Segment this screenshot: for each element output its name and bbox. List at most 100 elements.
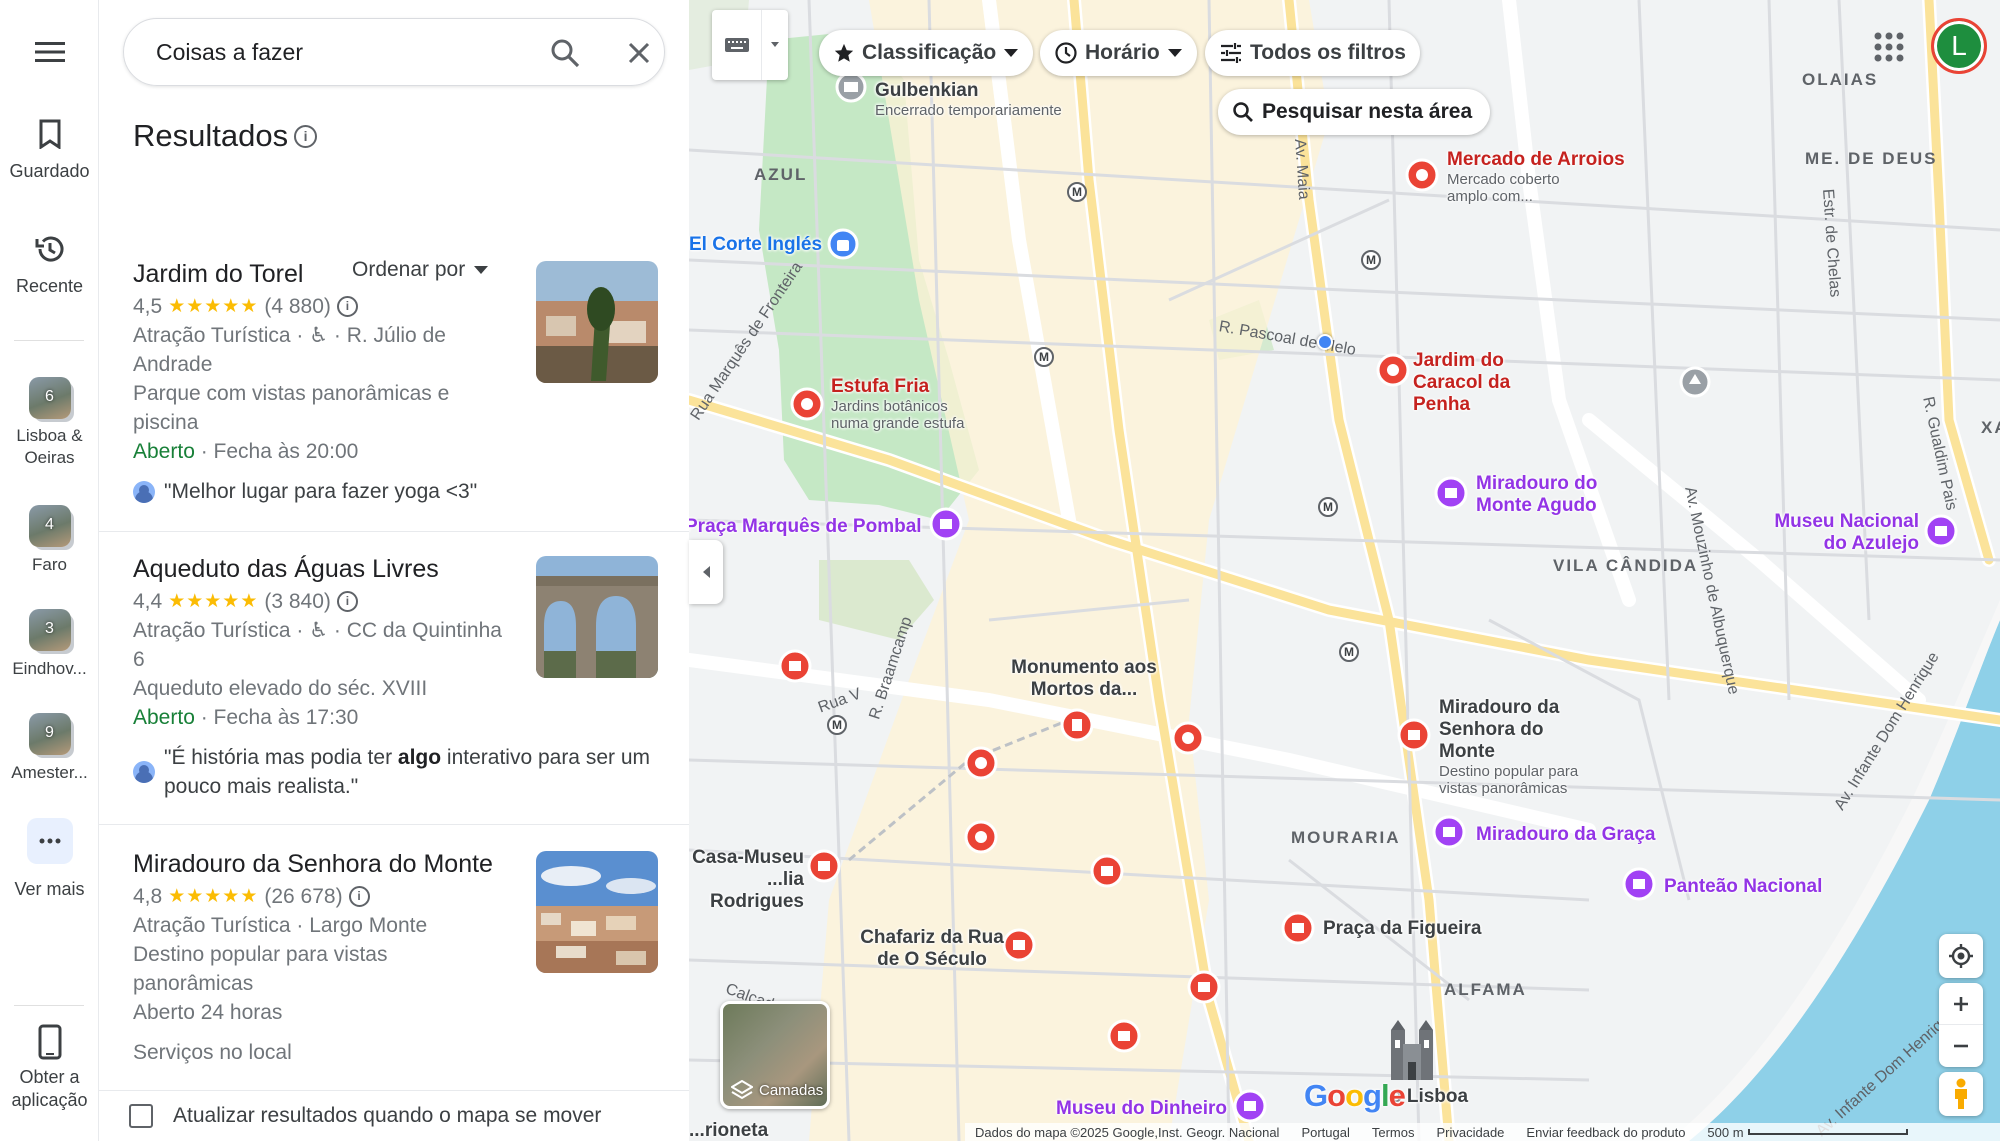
metro-station-icon[interactable]: M: [1361, 250, 1381, 270]
poi-el-corte-ingles[interactable]: El Corte Inglés: [689, 234, 822, 256]
see-more-button[interactable]: Ver mais: [0, 818, 99, 901]
zoom-in-button[interactable]: [1939, 984, 1983, 1025]
red-pin-icon[interactable]: [1187, 970, 1221, 1004]
map-scale[interactable]: 500 m: [1707, 1124, 1908, 1140]
red-pin-icon[interactable]: [1171, 721, 1205, 755]
search-box[interactable]: [123, 18, 665, 86]
monument-pin-icon[interactable]: [1678, 365, 1712, 399]
keyboard-icon[interactable]: [712, 10, 762, 80]
place-photo[interactable]: [536, 851, 658, 973]
poi-casa-museu[interactable]: Casa-Museu ...lia Rodrigues: [689, 847, 804, 913]
poi-estufa-fria[interactable]: Estufa Fria Jardins botânicos numa grande…: [831, 376, 971, 432]
purple-pin-icon[interactable]: [1434, 476, 1468, 510]
poi-marioneta[interactable]: ...rioneta: [689, 1120, 768, 1141]
zoom-out-button[interactable]: [1939, 1025, 1983, 1066]
get-app-button[interactable]: Obter a aplicação: [0, 1022, 99, 1112]
info-icon[interactable]: i: [294, 124, 318, 148]
poi-chafariz[interactable]: Chafariz da Rua de O Século: [857, 927, 1007, 971]
red-pin-icon[interactable]: [964, 746, 998, 780]
purple-pin-icon[interactable]: [929, 507, 963, 541]
cathedral-icon[interactable]: [1389, 1018, 1435, 1080]
search-input[interactable]: [156, 38, 516, 66]
purple-pin-icon[interactable]: [1622, 867, 1656, 901]
scale-label: 500 m: [1707, 1124, 1744, 1140]
rail-list-faro[interactable]: 4 Faro: [0, 505, 99, 576]
result-card-jardim-do-torel[interactable]: Jardim do Torel 4,5 ★★★★★ (4 880) i Atra…: [99, 240, 689, 532]
red-pin-icon[interactable]: [1060, 708, 1094, 742]
info-icon[interactable]: i: [336, 296, 358, 317]
recent-button[interactable]: Recente: [0, 229, 99, 298]
place-photo[interactable]: [536, 556, 658, 678]
rail-list-lisboa[interactable]: 6 Lisboa & Oeiras: [0, 377, 99, 469]
shopping-pin-icon[interactable]: [826, 227, 860, 261]
caret-down-icon[interactable]: [762, 40, 788, 50]
place-photo[interactable]: [536, 261, 658, 383]
all-filters-chip[interactable]: Todos os filtros: [1205, 30, 1420, 76]
red-pin-icon[interactable]: [778, 649, 812, 683]
poi-gulbenkian[interactable]: Gulbenkian Encerrado temporariamente: [875, 80, 1062, 119]
place-name[interactable]: Jardim do Torel: [133, 260, 303, 289]
metro-station-icon[interactable]: M: [1318, 497, 1338, 517]
layers-button[interactable]: Camadas: [720, 1001, 830, 1109]
search-icon: [1233, 102, 1253, 122]
poi-miradouro-monte-agudo[interactable]: Miradouro do Monte Agudo: [1476, 473, 1626, 517]
terms-link[interactable]: Termos: [1372, 1125, 1415, 1140]
rating-row: 4,8 ★★★★★ (26 678) i: [133, 882, 513, 911]
red-pin-icon[interactable]: [1397, 718, 1431, 752]
update-results-toggle[interactable]: Atualizar resultados quando o mapa se mo…: [99, 1090, 689, 1141]
result-card-miradouro-senhora-monte[interactable]: Miradouro da Senhora do Monte 4,8 ★★★★★ …: [99, 826, 689, 1088]
info-icon[interactable]: i: [348, 886, 370, 907]
result-card-aqueduto[interactable]: Aqueduto das Águas Livres 4,4 ★★★★★ (3 8…: [99, 533, 689, 825]
map-canvas[interactable]: OLAIAS ME. DE DEUS AZUL VILA CÂNDIDA MOU…: [689, 0, 2000, 1141]
my-location-button[interactable]: [1939, 934, 1983, 978]
collapse-panel-button[interactable]: [689, 540, 723, 604]
privacy-link[interactable]: Privacidade: [1436, 1125, 1504, 1140]
red-pin-icon[interactable]: [1107, 1019, 1141, 1053]
red-pin-icon[interactable]: [1405, 158, 1439, 192]
menu-button[interactable]: [0, 32, 99, 72]
metro-station-icon[interactable]: M: [827, 715, 847, 735]
purple-pin-icon[interactable]: [1233, 1089, 1267, 1123]
red-pin-icon[interactable]: [1002, 928, 1036, 962]
update-results-checkbox[interactable]: [129, 1104, 153, 1128]
filter-rating-chip[interactable]: Classificação: [819, 30, 1034, 76]
red-pin-icon[interactable]: [1376, 353, 1410, 387]
poi-jardim-caracol[interactable]: Jardim do Caracol da Penha: [1413, 350, 1563, 416]
rail-list-amesterdao[interactable]: 9 Amester...: [0, 713, 99, 784]
purple-pin-icon[interactable]: [1924, 514, 1958, 548]
street-view-pegman[interactable]: [1939, 1072, 1983, 1116]
poi-miradouro-graca[interactable]: Miradouro da Graça: [1476, 824, 1656, 846]
purple-pin-icon[interactable]: [1432, 815, 1466, 849]
info-icon[interactable]: i: [336, 591, 358, 612]
red-pin-icon[interactable]: [1281, 911, 1315, 945]
clear-search-icon[interactable]: [622, 36, 656, 70]
poi-mercado-arroios[interactable]: Mercado de Arroios Mercado coberto amplo …: [1447, 149, 1625, 205]
rail-list-eindhoven[interactable]: 3 Eindhov...: [0, 609, 99, 680]
input-tools-button[interactable]: [712, 10, 788, 80]
metro-station-icon[interactable]: M: [1034, 347, 1054, 367]
place-name[interactable]: Aqueduto das Águas Livres: [133, 555, 439, 584]
search-this-area-button[interactable]: Pesquisar nesta área: [1218, 89, 1491, 135]
metro-station-icon[interactable]: M: [1067, 182, 1087, 202]
red-pin-icon[interactable]: [964, 820, 998, 854]
poi-praca-figueira[interactable]: Praça da Figueira: [1323, 918, 1481, 940]
place-name[interactable]: Miradouro da Senhora do Monte: [133, 850, 493, 879]
poi-museu-azulejo[interactable]: Museu Nacional do Azulejo: [1769, 511, 1919, 555]
poi-marques-pombal[interactable]: Praça Marquês de Pombal: [689, 516, 922, 538]
red-pin-icon[interactable]: [807, 849, 841, 883]
feedback-link[interactable]: Enviar feedback do produto: [1526, 1125, 1685, 1140]
account-avatar[interactable]: L: [1931, 18, 1987, 74]
poi-monumento-mortos[interactable]: Monumento aos Mortos da...: [1009, 657, 1159, 701]
apps-grid-icon[interactable]: [1872, 30, 1906, 64]
metro-station-icon[interactable]: M: [1339, 642, 1359, 662]
country-link[interactable]: Portugal: [1301, 1125, 1349, 1140]
poi-panteao-nacional[interactable]: Panteão Nacional: [1664, 876, 1822, 898]
place-description: Aqueduto elevado do séc. XVIII: [133, 677, 428, 700]
red-pin-icon[interactable]: [1090, 854, 1124, 888]
poi-museu-dinheiro[interactable]: Museu do Dinheiro: [1056, 1098, 1227, 1120]
search-icon[interactable]: [548, 36, 582, 70]
filter-hours-chip[interactable]: Horário: [1040, 30, 1197, 76]
poi-miradouro-senhora-monte[interactable]: Miradouro da Senhora do Monte Destino pop…: [1439, 697, 1589, 797]
saved-button[interactable]: Guardado: [0, 114, 99, 183]
red-pin-icon[interactable]: [790, 387, 824, 421]
